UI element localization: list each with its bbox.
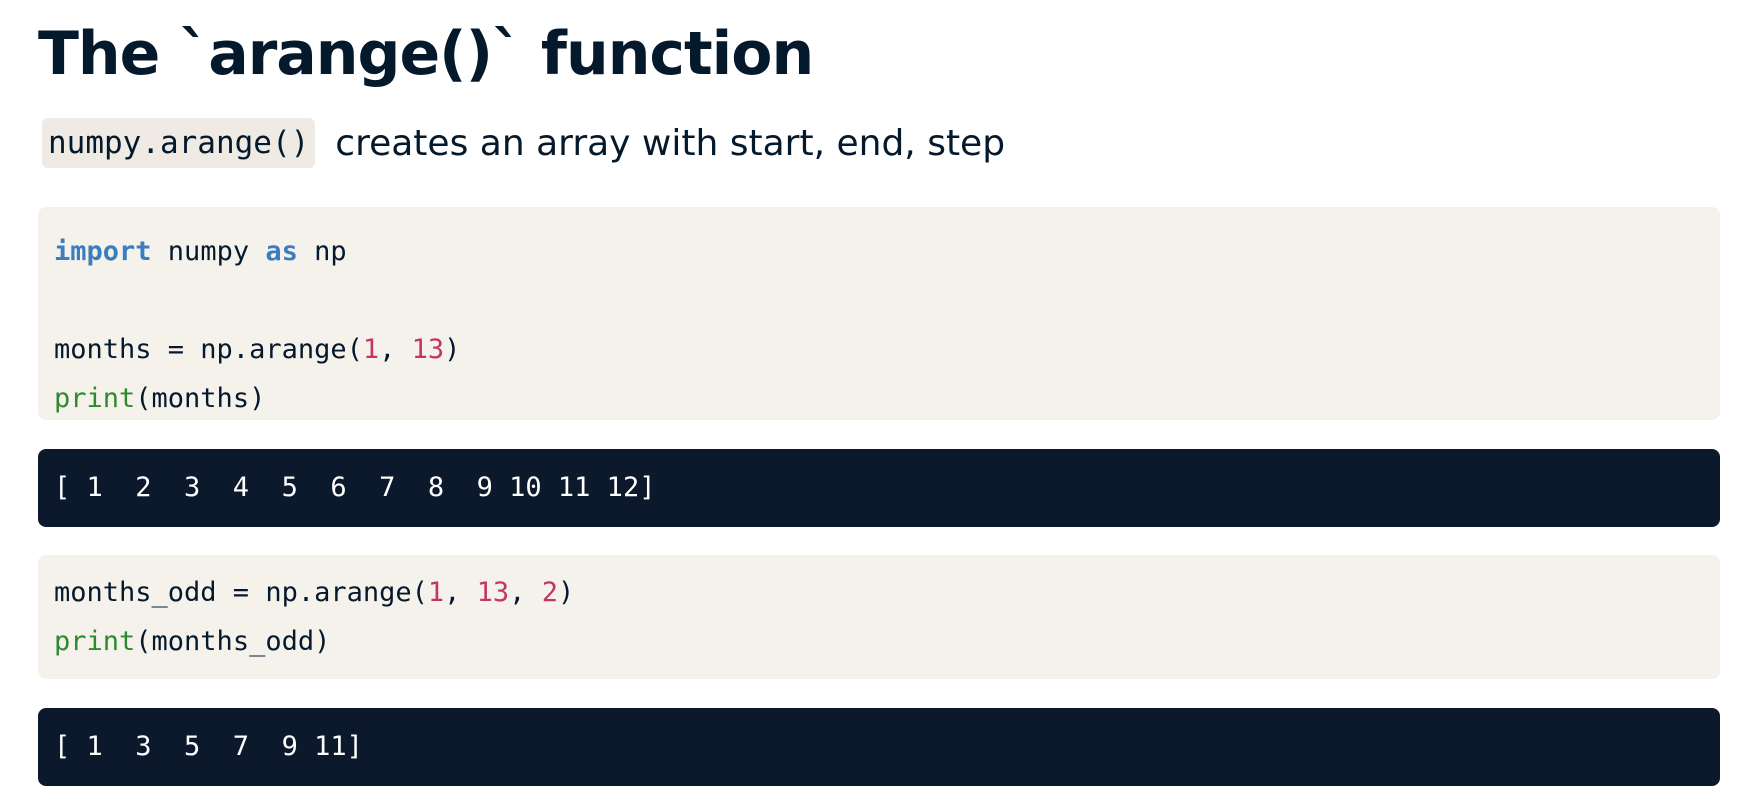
code-text: ) — [557, 577, 575, 608]
code-text: , — [509, 577, 542, 608]
subtitle-text: creates an array with start, end, step — [335, 122, 1006, 164]
subtitle: numpy.arange() creates an array with sta… — [42, 118, 1005, 168]
code-line-print: print(months_odd) — [54, 617, 1704, 666]
code-text: ) — [444, 334, 461, 365]
keyword-as: as — [265, 236, 298, 267]
code-text: numpy — [151, 236, 266, 267]
output-block-months: [ 1 2 3 4 5 6 7 8 9 10 11 12] — [38, 449, 1720, 527]
number-literal: 1 — [427, 577, 445, 608]
output-text: [ 1 3 5 7 9 11] — [54, 731, 363, 762]
code-text: months = np.arange( — [54, 334, 363, 365]
code-text: (months) — [135, 383, 266, 414]
code-text: , — [444, 577, 477, 608]
output-block-months-odd: [ 1 3 5 7 9 11] — [38, 708, 1720, 786]
code-text: np — [297, 236, 347, 267]
builtin-print: print — [54, 626, 136, 657]
code-text: (months_odd) — [135, 626, 331, 657]
page-title: The `arange()` function — [38, 19, 814, 89]
code-block-arange-step: months_odd = np.arange(1, 13, 2) print(m… — [38, 555, 1720, 679]
number-literal: 1 — [362, 334, 380, 365]
keyword-import: import — [54, 236, 152, 267]
inline-code-arange: numpy.arange() — [42, 118, 316, 168]
number-literal: 13 — [411, 334, 445, 365]
code-line-import: import numpy as np — [54, 227, 1704, 276]
output-text: [ 1 2 3 4 5 6 7 8 9 10 11 12] — [54, 472, 656, 503]
code-line-months: months = np.arange(1, 13) — [54, 325, 1704, 374]
code-block-arange: import numpy as np months = np.arange(1,… — [38, 207, 1720, 420]
number-literal: 2 — [541, 577, 558, 608]
code-line-print: print(months) — [54, 374, 1704, 423]
builtin-print: print — [54, 383, 136, 414]
code-text: , — [379, 334, 412, 365]
number-literal: 13 — [476, 577, 510, 608]
code-text: months_odd = np.arange( — [54, 577, 428, 608]
code-line-months-odd: months_odd = np.arange(1, 13, 2) — [54, 568, 1704, 617]
